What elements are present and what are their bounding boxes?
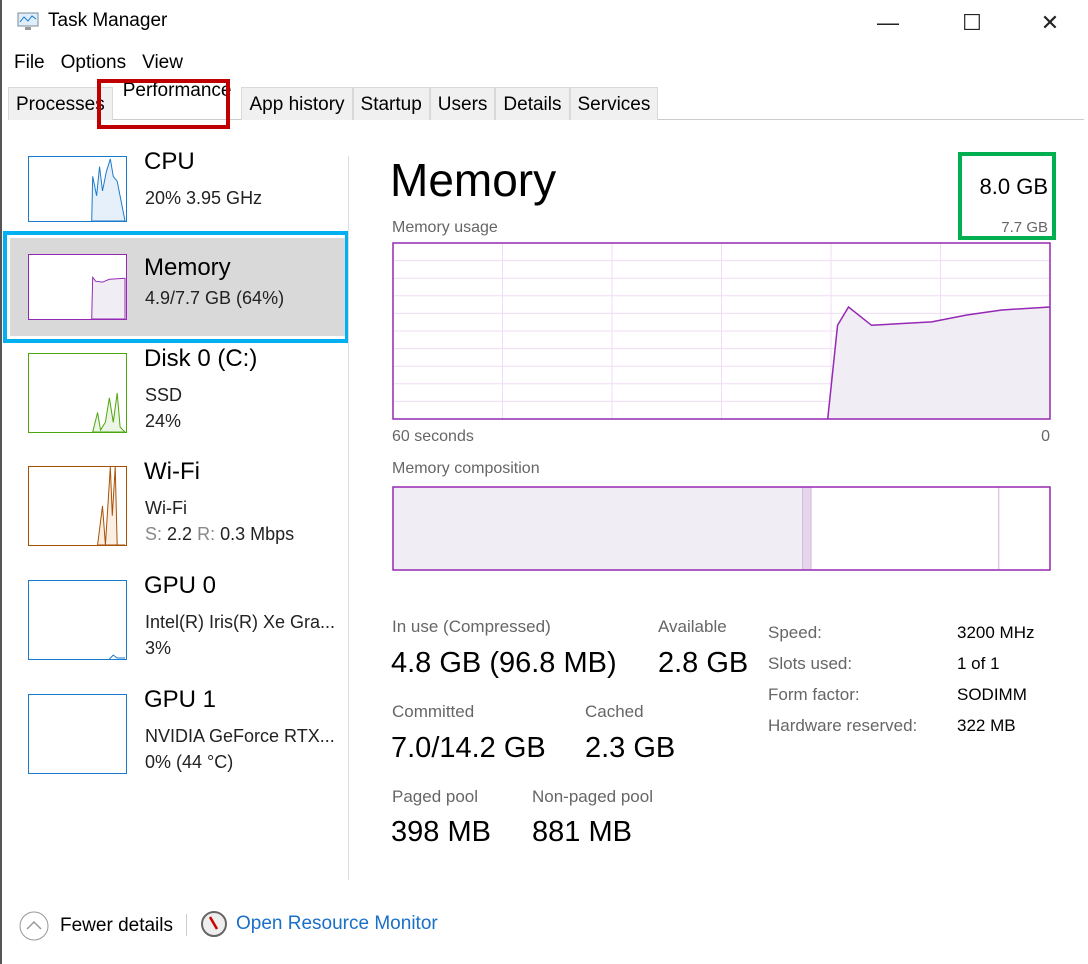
disk-type: SSD <box>145 385 183 405</box>
send-label: S: <box>145 524 163 544</box>
wifi-thumbnail-graph <box>28 466 127 546</box>
committed-value: 7.0/14.2 GB <box>391 732 546 764</box>
form-factor-label: Form factor: <box>768 685 860 704</box>
maximize-button[interactable]: ☐ <box>952 6 992 40</box>
gpu0-title: GPU 0 <box>144 572 217 599</box>
gpu1-name: NVIDIA GeForce RTX... <box>145 726 335 746</box>
send-value: 2.2 <box>167 524 193 544</box>
window-title: Task Manager <box>48 10 168 31</box>
gpu0-thumbnail-graph <box>28 580 127 660</box>
memory-specs: Speed: 3200 MHz Slots used: 1 of 1 Form fa… <box>768 617 1034 741</box>
memory-composition-chart <box>392 486 1051 571</box>
open-resource-monitor-label: Open Resource Monitor <box>236 913 438 934</box>
available-label: Available <box>658 617 727 636</box>
sidebar-item-gpu1[interactable]: GPU 1 NVIDIA GeForce RTX... 0% (44 °C) <box>10 686 348 786</box>
menu-file[interactable]: File <box>14 52 45 74</box>
menu-bar: File Options View <box>14 52 183 74</box>
memory-composition-label: Memory composition <box>392 460 540 477</box>
fewer-details-button[interactable]: Fewer details <box>18 910 173 942</box>
resource-monitor-icon <box>201 911 227 937</box>
tab-app-history[interactable]: App history <box>241 87 353 120</box>
composition-segment-free <box>998 486 1051 571</box>
x-axis-right-label: 0 <box>1041 428 1050 445</box>
minimize-button[interactable]: — <box>868 6 908 40</box>
composition-segment-standby <box>810 486 1000 571</box>
gpu0-usage: 3% <box>145 638 172 658</box>
disk-title: Disk 0 (C:) <box>144 345 258 372</box>
wifi-title: Wi-Fi <box>144 458 200 485</box>
speed-value: 3200 MHz <box>957 623 1035 642</box>
cpu-title: CPU <box>144 148 195 175</box>
in-use-value: 4.8 GB (96.8 MB) <box>391 647 617 679</box>
x-axis-left-label: 60 seconds <box>392 428 474 445</box>
sidebar-item-wifi[interactable]: Wi-Fi Wi-Fi S: 2.2 R: 0.3 Mbps <box>10 458 348 558</box>
footer-separator <box>186 914 187 936</box>
tab-users[interactable]: Users <box>429 87 496 120</box>
title-bar: Task Manager <box>16 10 167 32</box>
memory-usage-chart <box>392 242 1051 420</box>
gpu0-name: Intel(R) Iris(R) Xe Gra... <box>145 612 336 632</box>
composition-segment-in-use <box>392 486 804 571</box>
tab-details[interactable]: Details <box>495 87 570 120</box>
highlight-total-memory <box>958 152 1056 240</box>
menu-options[interactable]: Options <box>61 52 126 74</box>
form-factor-value: SODIMM <box>957 685 1027 704</box>
nonpaged-pool-value: 881 MB <box>532 816 632 848</box>
gpu1-thumbnail-graph <box>28 694 127 774</box>
sidebar-divider <box>348 156 349 880</box>
menu-view[interactable]: View <box>142 52 183 74</box>
composition-segment-modified <box>802 486 812 571</box>
gpu1-title: GPU 1 <box>144 686 217 713</box>
task-manager-icon <box>17 12 39 30</box>
disk-usage: 24% <box>145 411 182 431</box>
slots-label: Slots used: <box>768 654 853 673</box>
sidebar-item-gpu0[interactable]: GPU 0 Intel(R) Iris(R) Xe Gra... 3% <box>10 572 348 672</box>
close-button[interactable]: ✕ <box>1030 6 1070 40</box>
cpu-usage: 20% 3.95 GHz <box>145 188 263 208</box>
nonpaged-pool-label: Non-paged pool <box>532 787 653 806</box>
hardware-reserved-value: 322 MB <box>957 716 1016 735</box>
in-use-label: In use (Compressed) <box>392 617 551 636</box>
highlight-performance-tab <box>97 79 230 129</box>
memory-usage-label: Memory usage <box>392 219 498 236</box>
cpu-thumbnail-graph <box>28 156 127 222</box>
committed-label: Committed <box>392 702 475 721</box>
chevron-up-circle-icon <box>19 911 49 941</box>
sidebar-item-disk[interactable]: Disk 0 (C:) SSD 24% <box>10 345 348 445</box>
gpu1-usage: 0% (44 °C) <box>145 752 234 772</box>
page-title: Memory <box>390 154 557 206</box>
tab-services[interactable]: Services <box>569 87 659 120</box>
usage-area <box>827 307 1050 419</box>
tab-startup[interactable]: Startup <box>352 87 430 120</box>
paged-pool-value: 398 MB <box>391 816 491 848</box>
wifi-throughput: S: 2.2 R: 0.3 Mbps <box>145 524 294 545</box>
cached-value: 2.3 GB <box>585 732 676 764</box>
wifi-adapter: Wi-Fi <box>145 498 187 518</box>
speed-label: Speed: <box>768 623 822 642</box>
cached-label: Cached <box>585 702 644 721</box>
hardware-reserved-label: Hardware reserved: <box>768 716 918 735</box>
paged-pool-label: Paged pool <box>392 787 479 806</box>
highlight-memory-item <box>3 231 349 343</box>
available-value: 2.8 GB <box>658 647 749 679</box>
disk-thumbnail-graph <box>28 353 127 433</box>
open-resource-monitor-link[interactable]: Open Resource Monitor <box>200 910 438 938</box>
slots-value: 1 of 1 <box>957 654 1000 673</box>
fewer-details-label: Fewer details <box>60 915 173 936</box>
receive-value: 0.3 Mbps <box>220 524 295 544</box>
receive-label: R: <box>197 524 216 544</box>
